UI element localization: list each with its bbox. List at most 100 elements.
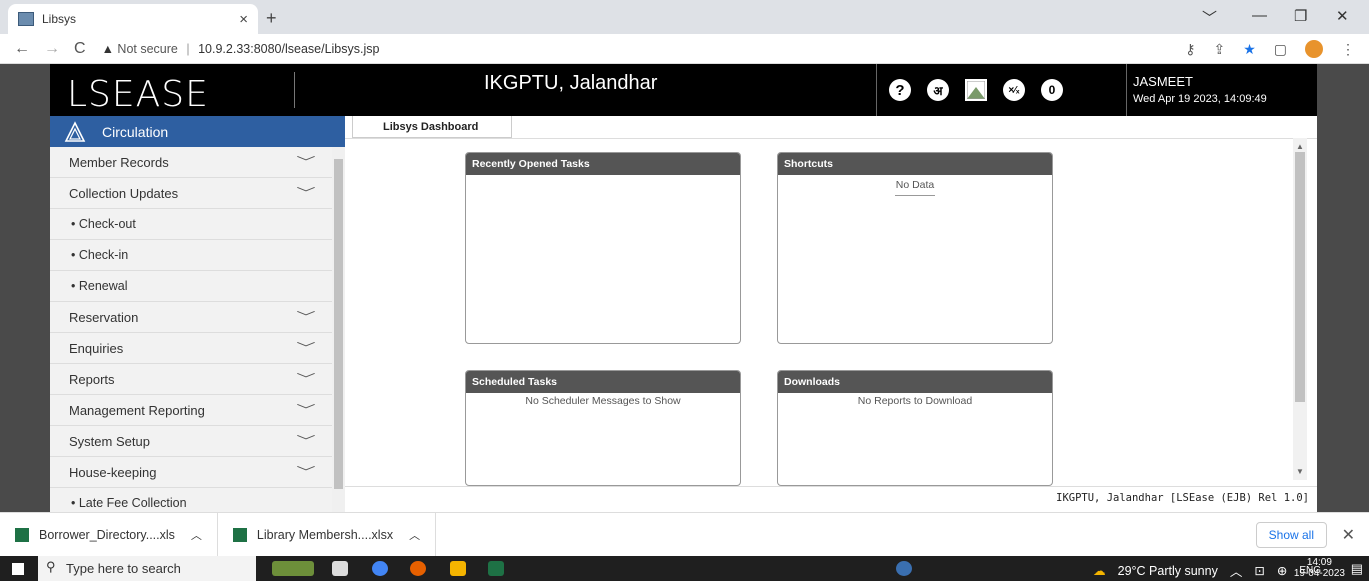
chevron-down-icon: ﹀	[296, 155, 316, 169]
task-view-icon[interactable]	[332, 561, 348, 576]
minimize-icon[interactable]: —	[1252, 7, 1267, 24]
chevron-up-icon[interactable]: ︿	[191, 527, 202, 543]
sidebar-item-reports[interactable]: Reports ﹀	[50, 364, 332, 395]
chevron-down-icon: ﹀	[296, 310, 316, 324]
panel-title: Recently Opened Tasks	[466, 153, 740, 175]
help-app-icon[interactable]	[896, 561, 912, 576]
content-scrollbar[interactable]: ▲ ▼	[1293, 138, 1307, 480]
chevron-down-icon: ﹀	[296, 434, 316, 448]
downloads-bar: Borrower_Directory....xls ︿ Library Memb…	[0, 512, 1369, 557]
sidebar-item-label: Reports	[69, 371, 115, 387]
logo-divider	[294, 72, 295, 108]
download-item[interactable]: Library Membersh....xlsx ︿	[218, 512, 437, 557]
sidebar-item-enquiries[interactable]: Enquiries ﹀	[50, 333, 332, 364]
share-icon[interactable]: ⇪	[1213, 41, 1225, 58]
sidebar-subitem-renewal[interactable]: • Renewal	[50, 271, 332, 302]
sidebar-item-house-keeping[interactable]: House-keeping ﹀	[50, 457, 332, 488]
sidebar-scrollbar[interactable]	[332, 147, 345, 512]
side-panel-icon[interactable]: ▢	[1274, 41, 1287, 58]
sidebar-item-system-setup[interactable]: System Setup ﹀	[50, 426, 332, 457]
excel-file-icon	[15, 527, 29, 542]
sidebar-item-collection-updates[interactable]: Collection Updates ﹀	[50, 178, 332, 209]
url-field[interactable]: ▲ Not secure | 10.9.2.33:8080/lsease/Lib…	[102, 42, 380, 56]
user-name: JASMEET	[1133, 74, 1193, 89]
tab-search-icon[interactable]: ﹀	[1202, 7, 1217, 28]
file-explorer-icon[interactable]	[450, 561, 466, 576]
tray-chevron-icon[interactable]: ︿	[1230, 561, 1243, 580]
main-content: Libsys Dashboard Recently Opened Tasks S…	[345, 116, 1317, 512]
notifications-icon[interactable]: ▤	[1351, 561, 1363, 577]
panel-title: Scheduled Tasks	[466, 371, 740, 393]
sidebar-item-management-reporting[interactable]: Management Reporting ﹀	[50, 395, 332, 426]
chevron-down-icon: ﹀	[296, 403, 316, 417]
profile-avatar-icon[interactable]	[1305, 40, 1323, 58]
download-filename: Library Membersh....xlsx	[256, 527, 394, 542]
system-tray: ☁ 29°C Partly sunny ︿ ⊡ ⊕ ENG	[1093, 561, 1321, 580]
browser-tab[interactable]: Libsys ×	[8, 4, 258, 34]
show-all-button[interactable]: Show all	[1255, 522, 1327, 548]
scroll-up-icon[interactable]: ▲	[1296, 142, 1304, 151]
sidebar-item-label: Enquiries	[69, 340, 124, 356]
chrome-icon[interactable]	[372, 561, 388, 576]
firefox-icon[interactable]	[410, 561, 426, 576]
restore-icon[interactable]: ❐	[1294, 7, 1307, 25]
libsys-favicon-icon	[18, 12, 34, 26]
sidebar-item-reservation[interactable]: Reservation ﹀	[50, 302, 332, 333]
news-widget-icon[interactable]	[272, 561, 314, 576]
address-bar: ← → C ▲ Not secure | 10.9.2.33:8080/lsea…	[0, 34, 1369, 64]
bookmark-star-icon[interactable]: ★	[1243, 41, 1256, 58]
sidebar: Circulation Member Records ﹀ Collection U…	[50, 116, 345, 519]
network-icon[interactable]: ⊡	[1254, 563, 1264, 578]
reload-icon[interactable]: C	[74, 40, 86, 58]
chevron-down-icon: ﹀	[296, 465, 316, 479]
tab-close-icon[interactable]: ×	[239, 11, 248, 28]
globe-icon[interactable]: ⊕	[1277, 563, 1287, 578]
back-icon[interactable]: ←	[14, 40, 30, 58]
sidebar-item-member-records[interactable]: Member Records ﹀	[50, 147, 332, 178]
sidebar-item-label: Reservation	[69, 309, 139, 325]
scheduled-tasks-panel: Scheduled Tasks No Scheduler Messages to…	[465, 370, 741, 486]
weather-text[interactable]: 29°C Partly sunny	[1118, 564, 1218, 578]
downloads-panel: Downloads No Reports to Download	[777, 370, 1053, 486]
taskbar-clock[interactable]: 14:09 19-04-2023	[1294, 557, 1345, 579]
app-area: LSEASE IKGPTU, Jalandhar ? अ ×⁄ₓ 0 JASME…	[0, 64, 1369, 519]
lsease-logo: LSEASE	[67, 74, 209, 115]
panel-message: No Scheduler Messages to Show	[525, 395, 681, 407]
windows-start-icon[interactable]	[12, 563, 24, 575]
hindi-keyboard-icon[interactable]: अ	[927, 79, 949, 101]
sidebar-item-label: System Setup	[69, 433, 150, 449]
shortcuts-panel: Shortcuts No Data	[777, 152, 1053, 344]
sidebar-item-label: Collection Updates	[69, 185, 179, 201]
key-icon[interactable]: ⚷	[1185, 41, 1195, 58]
not-secure-label: Not secure	[117, 41, 178, 56]
chevron-up-icon[interactable]: ︿	[409, 527, 420, 543]
sidebar-module-header[interactable]: Circulation	[50, 116, 345, 147]
taskbar-search[interactable]: ⚲ Type here to search	[38, 556, 256, 581]
download-item[interactable]: Borrower_Directory....xls ︿	[0, 512, 218, 557]
content-footer: IKGPTU, Jalandhar [LSEase (EJB) Rel 1.0]	[345, 486, 1317, 510]
image-icon[interactable]	[965, 79, 987, 101]
download-filename: Borrower_Directory....xls	[39, 527, 175, 542]
content-scroll-thumb[interactable]	[1295, 152, 1305, 402]
notification-count-badge[interactable]: 0	[1041, 79, 1063, 101]
excel-file-icon	[232, 527, 247, 542]
excel-icon[interactable]	[488, 561, 504, 576]
sidebar-subitem-check-out[interactable]: • Check-out	[50, 209, 332, 240]
recent-tasks-panel: Recently Opened Tasks	[465, 152, 741, 344]
sidebar-scroll-thumb[interactable]	[334, 159, 343, 489]
forward-icon[interactable]: →	[44, 40, 60, 58]
url-text: 10.9.2.33:8080/lsease/Libsys.jsp	[198, 41, 380, 56]
help-icon[interactable]: ?	[889, 79, 911, 101]
new-tab-button[interactable]: +	[266, 8, 277, 29]
sidebar-subitem-check-in[interactable]: • Check-in	[50, 240, 332, 271]
calculator-icon[interactable]: ×⁄ₓ	[1003, 79, 1025, 101]
organization-title: IKGPTU, Jalandhar	[484, 72, 658, 94]
close-window-icon[interactable]: ✕	[1336, 7, 1349, 25]
scroll-down-icon[interactable]: ▼	[1296, 467, 1304, 476]
sidebar-module-title: Circulation	[102, 123, 169, 140]
chevron-down-icon: ﹀	[296, 341, 316, 355]
tab-libsys-dashboard[interactable]: Libsys Dashboard	[352, 116, 512, 138]
menu-kebab-icon[interactable]: ⋮	[1341, 41, 1355, 58]
panel-message: No Data	[895, 179, 935, 191]
close-downloads-icon[interactable]: ✕	[1342, 525, 1355, 545]
